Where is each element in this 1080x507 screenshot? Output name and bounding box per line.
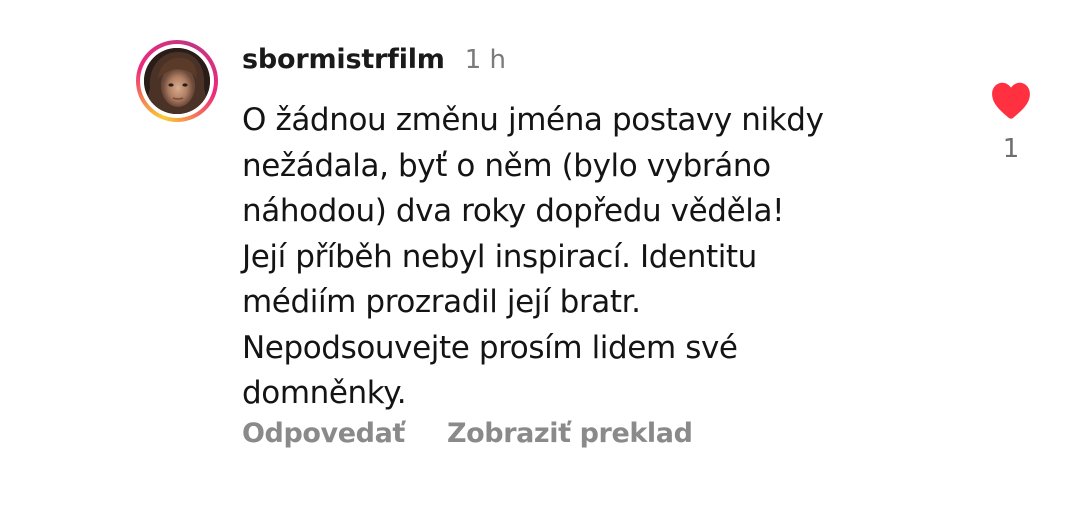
reply-button[interactable]: Odpovedať [242,418,405,449]
comment: sbormistrfilm 1 h O žádnou změnu jména p… [0,0,1080,507]
like-control: 1 [986,80,1036,164]
heart-icon[interactable] [989,80,1033,120]
comment-text: O žádnou změnu jména postavy nikdy nežád… [242,102,824,411]
avatar-frame [140,44,214,118]
timestamp: 1 h [464,45,507,75]
like-count: 1 [1002,134,1020,164]
story-ring[interactable] [136,40,218,122]
show-translation-button[interactable]: Zobraziť preklad [447,418,693,449]
avatar-photo [144,48,210,114]
avatar[interactable] [144,48,210,114]
username-link[interactable]: sbormistrfilm [242,44,445,75]
comment-actions: Odpovedať Zobraziť preklad [242,418,693,449]
comment-header: sbormistrfilm 1 h [242,44,506,80]
